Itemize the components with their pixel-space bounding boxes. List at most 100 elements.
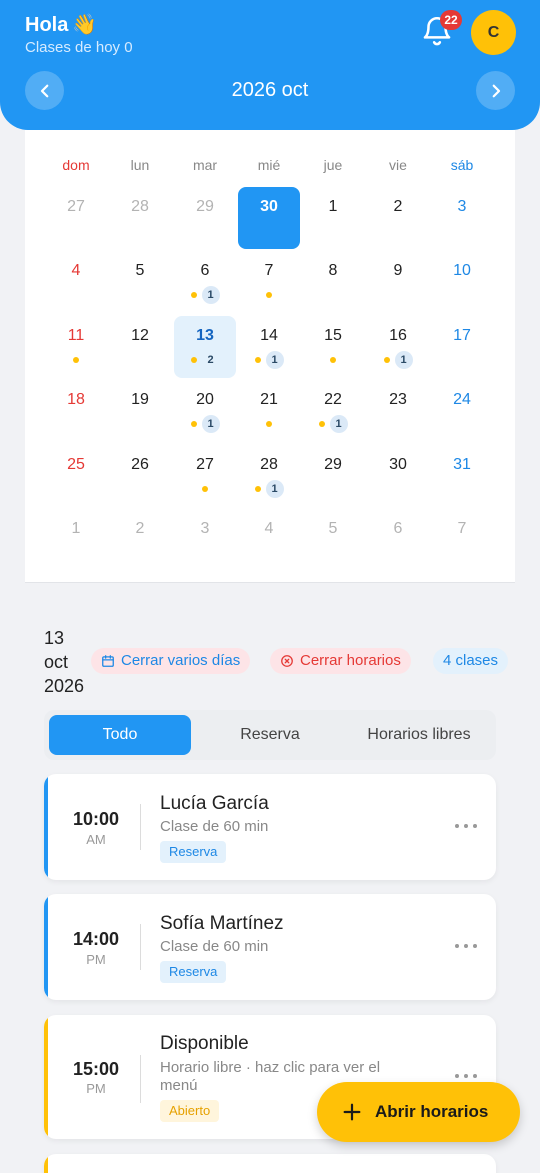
today-classes-count: Clases de hoy 0	[25, 39, 133, 56]
day-number: 11	[67, 327, 85, 344]
class-card[interactable]: 10:00 AM Lucía García Clase de 60 min Re…	[44, 774, 496, 880]
calendar-day[interactable]: 6	[367, 509, 429, 571]
calendar-day[interactable]: 61	[174, 251, 236, 313]
calendar-day[interactable]: 22 1	[302, 380, 364, 442]
calendar-day[interactable]: 30	[367, 445, 429, 507]
calendar-day[interactable]: 29	[302, 445, 364, 507]
day-number: 26	[131, 456, 149, 473]
calendar-day[interactable]: 23	[367, 380, 429, 442]
day-number: 5	[328, 520, 338, 537]
calendar-day[interactable]: 12	[109, 316, 171, 378]
calendar-day[interactable]: 27	[174, 445, 236, 507]
event-dot	[190, 292, 197, 298]
more-options-icon[interactable]	[455, 944, 477, 950]
calendar-day[interactable]: 18	[45, 380, 107, 442]
calendar-day[interactable]: 1	[302, 187, 364, 249]
status-badge: Abierto	[160, 1100, 220, 1122]
day-number: 27	[67, 198, 85, 215]
more-options-icon[interactable]	[455, 824, 477, 830]
day-number: 6	[200, 262, 210, 279]
calendar-day[interactable]: 28	[109, 187, 171, 249]
calendar-day[interactable]: 2	[367, 187, 429, 249]
day-number: 24	[453, 391, 471, 408]
notification-badge: 22	[440, 10, 462, 30]
calendar-day[interactable]: 8	[302, 251, 364, 313]
calendar-day[interactable]: 16 1	[367, 316, 429, 378]
day-number: 5	[135, 262, 145, 279]
day-number: 1	[328, 198, 338, 215]
calendar-day[interactable]: 11	[45, 316, 107, 378]
day-number: 28	[131, 198, 149, 215]
calendar-day[interactable]: 20 1	[174, 380, 236, 442]
status-badge: Reserva	[160, 841, 227, 863]
event-dot	[383, 357, 390, 363]
day-number: 10	[453, 262, 471, 279]
filter-tabs: Todo Reserva Horarios libres	[44, 710, 496, 760]
calendar-day[interactable]: 10	[431, 251, 493, 313]
calendar-day[interactable]: 3	[174, 509, 236, 571]
class-card[interactable]	[44, 1154, 496, 1173]
calendar-day[interactable]: 26	[109, 445, 171, 507]
calendar-day[interactable]: 29	[174, 187, 236, 249]
weekday-label: dom	[62, 157, 90, 173]
class-card[interactable]: 14:00 PM Sofía Martínez Clase de 60 min …	[44, 894, 496, 1000]
wave-icon: 👋	[72, 14, 98, 36]
calendar-day[interactable]: 19	[109, 380, 171, 442]
event-dot	[73, 357, 79, 363]
tab-reserva[interactable]: Reserva	[199, 715, 341, 755]
calendar-day[interactable]: 25	[45, 445, 107, 507]
calendar-day[interactable]: 7	[431, 509, 493, 571]
close-hours-button[interactable]: Cerrar horarios	[270, 648, 411, 674]
day-markers: 1	[174, 415, 236, 433]
calendar-day[interactable]: 5	[302, 509, 364, 571]
calendar-day[interactable]: 5	[109, 251, 171, 313]
calendar-day[interactable]: 28 1	[238, 445, 300, 507]
app-header: Hola 👋 Clases de hoy 0 22 C 2026 oct	[0, 0, 540, 130]
avatar[interactable]: C	[471, 10, 516, 55]
day-markers	[45, 351, 107, 369]
open-hours-button[interactable]: Abrir horarios	[317, 1082, 520, 1142]
calendar-icon	[102, 655, 114, 667]
day-markers: 1	[367, 351, 429, 369]
close-days-label: Cerrar varios días	[121, 652, 241, 669]
open-hours-label: Abrir horarios	[375, 1102, 489, 1121]
close-days-button[interactable]: Cerrar varios días	[91, 648, 251, 674]
calendar-day[interactable]: 4	[45, 251, 107, 313]
calendar-day[interactable]: 24	[431, 380, 493, 442]
day-number: 29	[324, 456, 342, 473]
calendar-day[interactable]: 7	[238, 251, 300, 313]
next-month-button[interactable]	[476, 71, 515, 110]
calendar-day[interactable]: 21	[238, 380, 300, 442]
class-count-bubble: 1	[201, 415, 220, 433]
weekday-label: mar	[192, 157, 218, 173]
card-accent-bar	[44, 1015, 48, 1139]
calendar-day[interactable]: 2	[109, 509, 171, 571]
calendar-day[interactable]: 27	[45, 187, 107, 249]
card-accent-bar	[44, 1154, 48, 1173]
class-count-bubble: 1	[394, 351, 413, 369]
calendar-day[interactable]: 3	[431, 187, 493, 249]
day-number: 6	[393, 520, 403, 537]
calendar-day[interactable]: 17	[431, 316, 493, 378]
calendar-day[interactable]: 15	[302, 316, 364, 378]
status-badge: Reserva	[160, 961, 227, 983]
tab-todo[interactable]: Todo	[49, 715, 191, 755]
tab-horarios-libres[interactable]: Horarios libres	[346, 715, 492, 755]
day-number: 7	[457, 520, 467, 537]
month-title: 2026 oct	[231, 79, 309, 101]
calendar-day[interactable]: 4	[238, 509, 300, 571]
day-number: 25	[67, 456, 85, 473]
day-number: 9	[393, 262, 403, 279]
day-number: 18	[67, 391, 85, 408]
calendar-day[interactable]: 14 1	[238, 316, 300, 378]
calendar-day[interactable]: 13 2	[174, 316, 236, 378]
more-options-icon[interactable]	[455, 1074, 477, 1080]
greeting: Hola 👋	[25, 12, 97, 37]
day-number: 28	[260, 456, 278, 473]
calendar-day[interactable]: 31	[431, 445, 493, 507]
calendar-day[interactable]: 1	[45, 509, 107, 571]
calendar-day[interactable]: 30	[238, 187, 300, 249]
class-time: 15:00	[72, 1059, 120, 1079]
card-divider	[140, 1055, 141, 1103]
calendar-day[interactable]: 9	[367, 251, 429, 313]
